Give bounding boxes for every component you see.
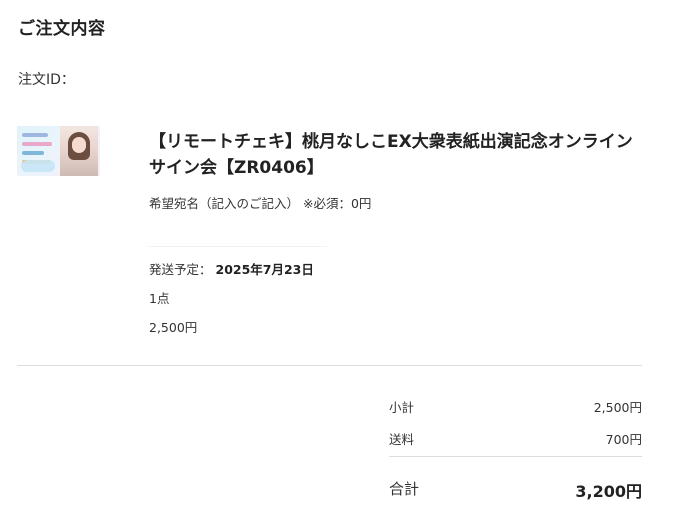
item-quantity: 1点: [149, 291, 170, 306]
shipping-fee-value: 700円: [605, 432, 642, 447]
product-option: 希望宛名（記入のご記入） ※必須：0円: [149, 196, 372, 211]
thumbnail-photo: [60, 126, 98, 176]
ship-label: 発送予定：: [149, 262, 212, 277]
section-divider: [17, 365, 642, 366]
product-thumbnail[interactable]: [17, 126, 100, 176]
thumbnail-badge: [21, 160, 55, 172]
order-id-label: 注文ID：: [18, 72, 75, 88]
total-divider: [389, 456, 642, 457]
ship-date: 2025年7月23日: [215, 262, 314, 277]
subtotal-row: 小計 2,500円: [389, 397, 642, 415]
shipping-fee-row: 送料 700円: [389, 429, 642, 447]
item-price: 2,500円: [149, 320, 198, 335]
total-row: 合計 3,200円: [389, 478, 642, 502]
subtotal-label: 小計: [389, 400, 415, 415]
subtotal-value: 2,500円: [593, 400, 642, 415]
shipping-schedule: 発送予定： 2025年7月23日: [149, 259, 314, 278]
total-value: 3,200円: [575, 482, 642, 501]
option-divider: [149, 246, 327, 247]
shipping-fee-label: 送料: [389, 432, 415, 447]
product-name[interactable]: 【リモートチェキ】桃月なしこEX大衆表紙出演記念オンラインサイン会【ZR0406…: [149, 129, 639, 181]
total-label: 合計: [389, 480, 420, 498]
page-title: ご注文内容: [18, 19, 106, 39]
